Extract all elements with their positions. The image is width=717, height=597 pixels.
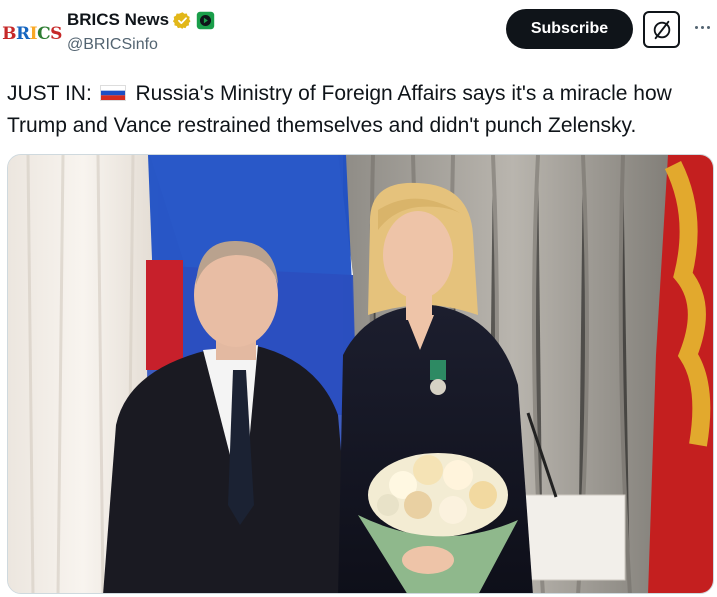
more-dot (700, 25, 704, 29)
post-text: JUST IN: Russia's Ministry of Foreign Af… (7, 78, 707, 142)
author-display-name[interactable]: BRICS News (67, 10, 169, 30)
post-header: BRICS BRICS News @BRICSinfo Subscribe (0, 0, 717, 70)
author-avatar[interactable]: BRICS (2, 20, 62, 48)
author-name-row: BRICS News (67, 10, 215, 30)
grok-button[interactable] (643, 11, 680, 48)
post-text-prefix: JUST IN: (7, 82, 92, 105)
more-dot (694, 25, 698, 29)
author-handle[interactable]: @BRICSinfo (67, 36, 158, 54)
affiliate-badge-icon[interactable] (196, 11, 215, 30)
more-options-button[interactable] (689, 14, 715, 40)
subscribe-button[interactable]: Subscribe (506, 9, 633, 49)
russia-flag-icon (99, 85, 126, 101)
verified-badge-icon[interactable] (173, 11, 192, 30)
ceremony-photo (8, 155, 713, 593)
avatar-logo: BRICS (2, 24, 62, 44)
post-media-photo[interactable] (7, 154, 714, 594)
grok-slash-icon (653, 20, 670, 39)
more-dot (706, 25, 710, 29)
podium (519, 494, 626, 581)
